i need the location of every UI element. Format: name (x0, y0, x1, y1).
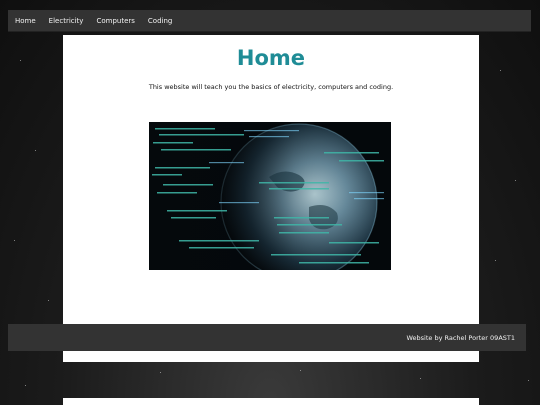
page-title: Home (236, 46, 306, 70)
earth-with-code-image (149, 122, 391, 270)
nav-link-home[interactable]: Home (8, 10, 42, 31)
nav-link-coding[interactable]: Coding (141, 10, 178, 31)
intro-text: This website will teach you the basics o… (148, 83, 394, 91)
main-content: Home This website will teach you the bas… (63, 35, 479, 362)
nav-link-electricity[interactable]: Electricity (42, 10, 90, 31)
footer-credit: Website by Rachel Porter 09AST1 (406, 333, 515, 342)
page-footer: Website by Rachel Porter 09AST1 (8, 324, 526, 351)
next-content-panel (63, 398, 479, 405)
nav-link-computers[interactable]: Computers (90, 10, 141, 31)
top-navbar: Home Electricity Computers Coding (8, 10, 531, 32)
